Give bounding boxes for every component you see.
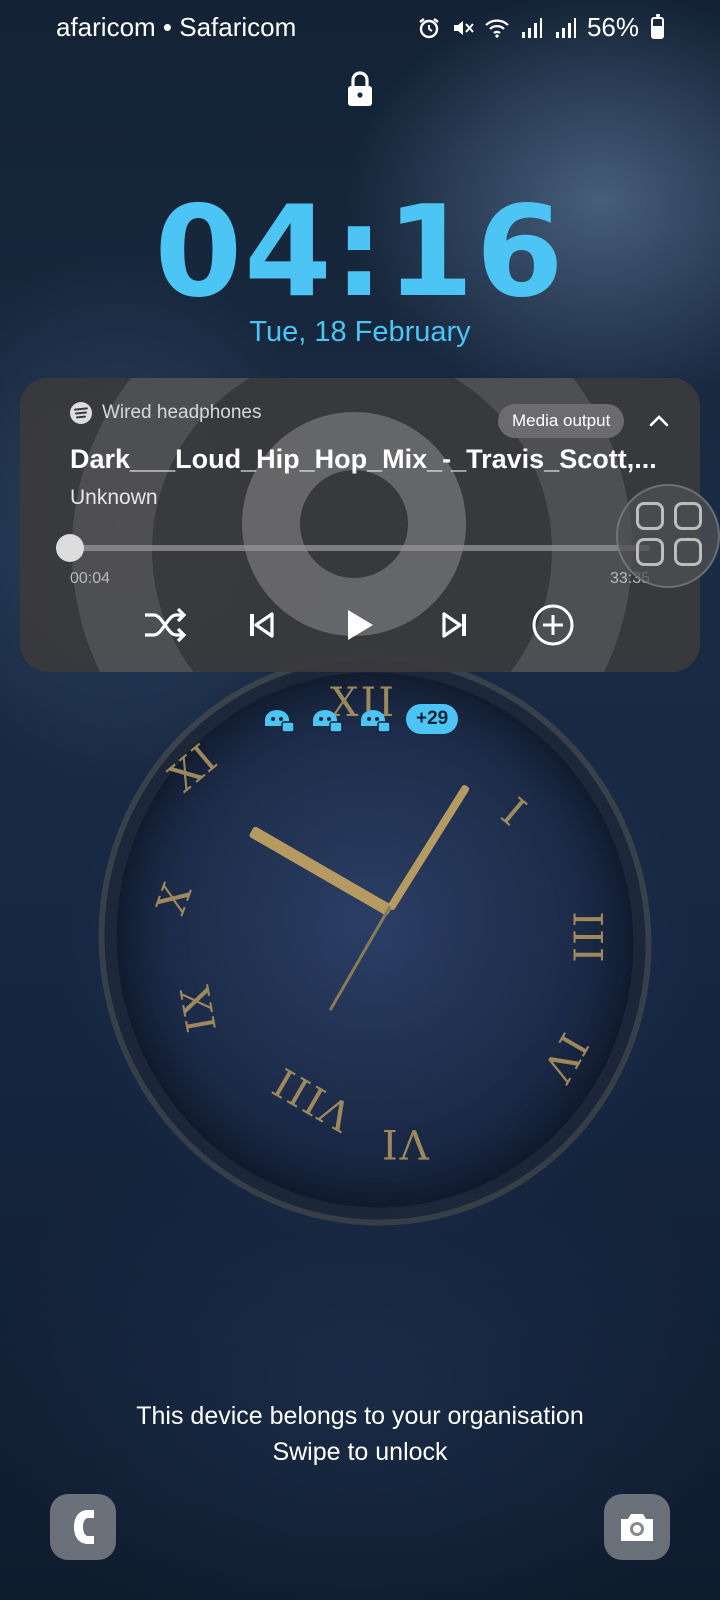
lockscreen-date: Tue, 18 February <box>249 316 471 348</box>
grid-icon <box>674 538 702 566</box>
carrier-label: afaricom • Safaricom <box>56 12 297 42</box>
alarm-icon <box>419 17 439 38</box>
organisation-notice: This device belongs to your organisation <box>136 1402 584 1430</box>
notification-icons[interactable]: +29 <box>262 704 459 734</box>
floating-shortcut-button[interactable] <box>616 484 720 588</box>
progress-bar[interactable] <box>70 545 650 551</box>
media-controls <box>140 600 580 650</box>
next-button[interactable] <box>430 600 480 650</box>
add-button[interactable] <box>528 600 578 650</box>
grid-icon <box>636 538 664 566</box>
camera-shortcut[interactable] <box>604 1494 670 1560</box>
phone-shortcut[interactable] <box>50 1494 116 1560</box>
media-player-card[interactable]: Wired headphones Media output Dark___Lou… <box>20 378 700 672</box>
media-source: Wired headphones <box>70 402 262 424</box>
phone-icon <box>74 1510 94 1544</box>
wallpaper-decoration: VI <box>380 1120 429 1166</box>
wifi-icon <box>485 19 509 38</box>
wallpaper-decoration: IX <box>172 980 226 1036</box>
track-artist: Unknown <box>70 486 158 509</box>
app-icon <box>265 710 295 733</box>
more-notifications-badge: +29 <box>406 704 459 734</box>
lock-icon <box>348 71 372 106</box>
app-icon <box>361 710 391 733</box>
app-icon <box>313 710 343 733</box>
next-icon <box>442 612 466 638</box>
spotify-icon <box>70 402 92 424</box>
lockscreen-clock[interactable]: 04:16 <box>0 178 720 325</box>
play-icon <box>348 610 373 640</box>
media-source-label: Wired headphones <box>102 402 262 423</box>
track-title: Dark___Loud_Hip_Hop_Mix_-_Travis_Scott,.… <box>70 444 657 474</box>
previous-icon <box>250 612 274 638</box>
signal-icon <box>555 17 576 38</box>
swipe-to-unlock-hint: Swipe to unlock <box>272 1438 448 1466</box>
media-output-button[interactable]: Media output <box>498 404 625 438</box>
add-icon <box>532 604 574 646</box>
battery-icon <box>651 13 664 39</box>
signal-icon <box>521 17 542 38</box>
elapsed-time: 00:04 <box>70 570 111 587</box>
wallpaper-decoration: III <box>563 911 610 965</box>
mute-icon <box>453 20 474 35</box>
chevron-up-icon[interactable] <box>644 406 674 436</box>
shuffle-button[interactable] <box>140 600 190 650</box>
battery-percent: 56% <box>586 12 639 42</box>
play-button[interactable] <box>334 600 384 650</box>
progress-thumb[interactable] <box>56 534 84 562</box>
shuffle-icon <box>145 607 187 643</box>
grid-icon <box>636 502 664 530</box>
grid-icon <box>674 502 702 530</box>
status-icons: 56% <box>417 12 664 43</box>
status-bar: afaricom • Safaricom 56% <box>0 0 720 56</box>
camera-icon <box>621 1514 653 1541</box>
previous-button[interactable] <box>236 600 286 650</box>
